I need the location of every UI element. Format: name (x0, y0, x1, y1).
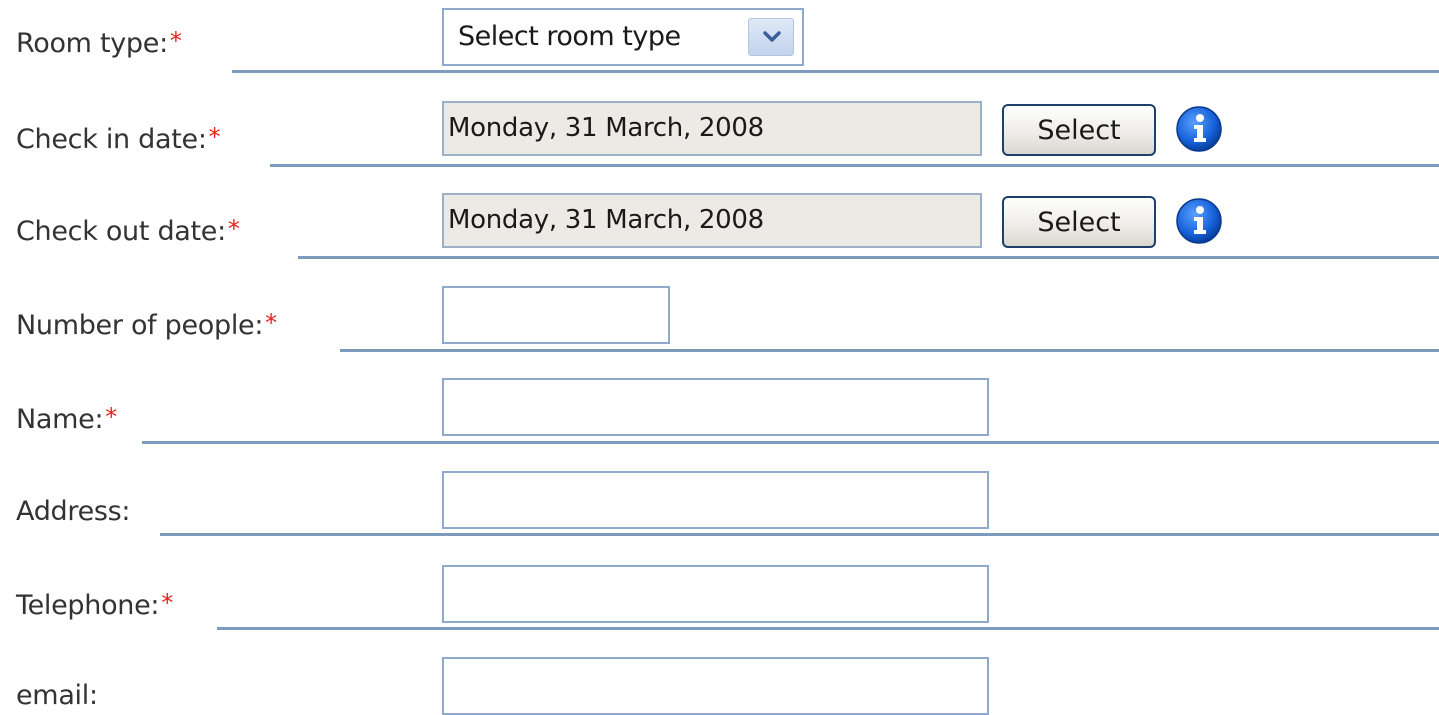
required-mark: * (161, 589, 173, 617)
required-mark: * (227, 215, 240, 243)
row-divider (270, 164, 1439, 167)
required-mark: * (208, 123, 221, 151)
address-label-text: Address: (16, 496, 131, 527)
email-label-text: email: (16, 680, 98, 711)
chevron-down-icon (763, 31, 781, 42)
room-type-select[interactable]: Select room type (442, 8, 804, 66)
row-divider (160, 533, 1439, 536)
row-divider (217, 627, 1439, 630)
people-label-text: Number of people: (16, 310, 264, 341)
check-in-date-field[interactable]: Monday, 31 March, 2008 (442, 101, 982, 156)
row-divider (232, 70, 1439, 73)
check-in-label-text: Check in date: (16, 124, 207, 155)
check-out-label-text: Check out date: (16, 216, 226, 247)
address-label: Address: (16, 496, 131, 528)
telephone-input[interactable] (442, 565, 989, 623)
email-label: email: (16, 680, 98, 712)
check-in-label: Check in date:* (16, 123, 221, 156)
room-type-label-text: Room type: (16, 28, 168, 59)
people-input[interactable] (442, 286, 670, 344)
check-out-date-field[interactable]: Monday, 31 March, 2008 (442, 193, 982, 248)
people-label: Number of people:* (16, 309, 277, 342)
telephone-label-text: Telephone: (16, 590, 160, 621)
row-divider (340, 349, 1439, 352)
room-type-label: Room type:* (16, 27, 182, 60)
row-divider (298, 256, 1439, 259)
name-label-text: Name: (16, 404, 104, 435)
telephone-label: Telephone:* (16, 589, 173, 622)
booking-form: Room type:* Select room type Check in da… (0, 0, 1439, 715)
check-out-select-button[interactable]: Select (1002, 196, 1156, 248)
required-mark: * (169, 27, 182, 55)
address-input[interactable] (442, 471, 989, 529)
info-icon[interactable] (1172, 194, 1226, 248)
name-label: Name:* (16, 403, 117, 436)
check-out-label: Check out date:* (16, 215, 240, 248)
name-input[interactable] (442, 378, 989, 436)
dropdown-button[interactable] (748, 18, 794, 56)
info-icon[interactable] (1172, 102, 1226, 156)
required-mark: * (265, 309, 277, 337)
required-mark: * (105, 403, 117, 431)
row-divider (142, 441, 1439, 444)
check-in-select-button[interactable]: Select (1002, 104, 1156, 156)
email-input[interactable] (442, 657, 989, 715)
room-type-selected-value: Select room type (458, 21, 681, 52)
